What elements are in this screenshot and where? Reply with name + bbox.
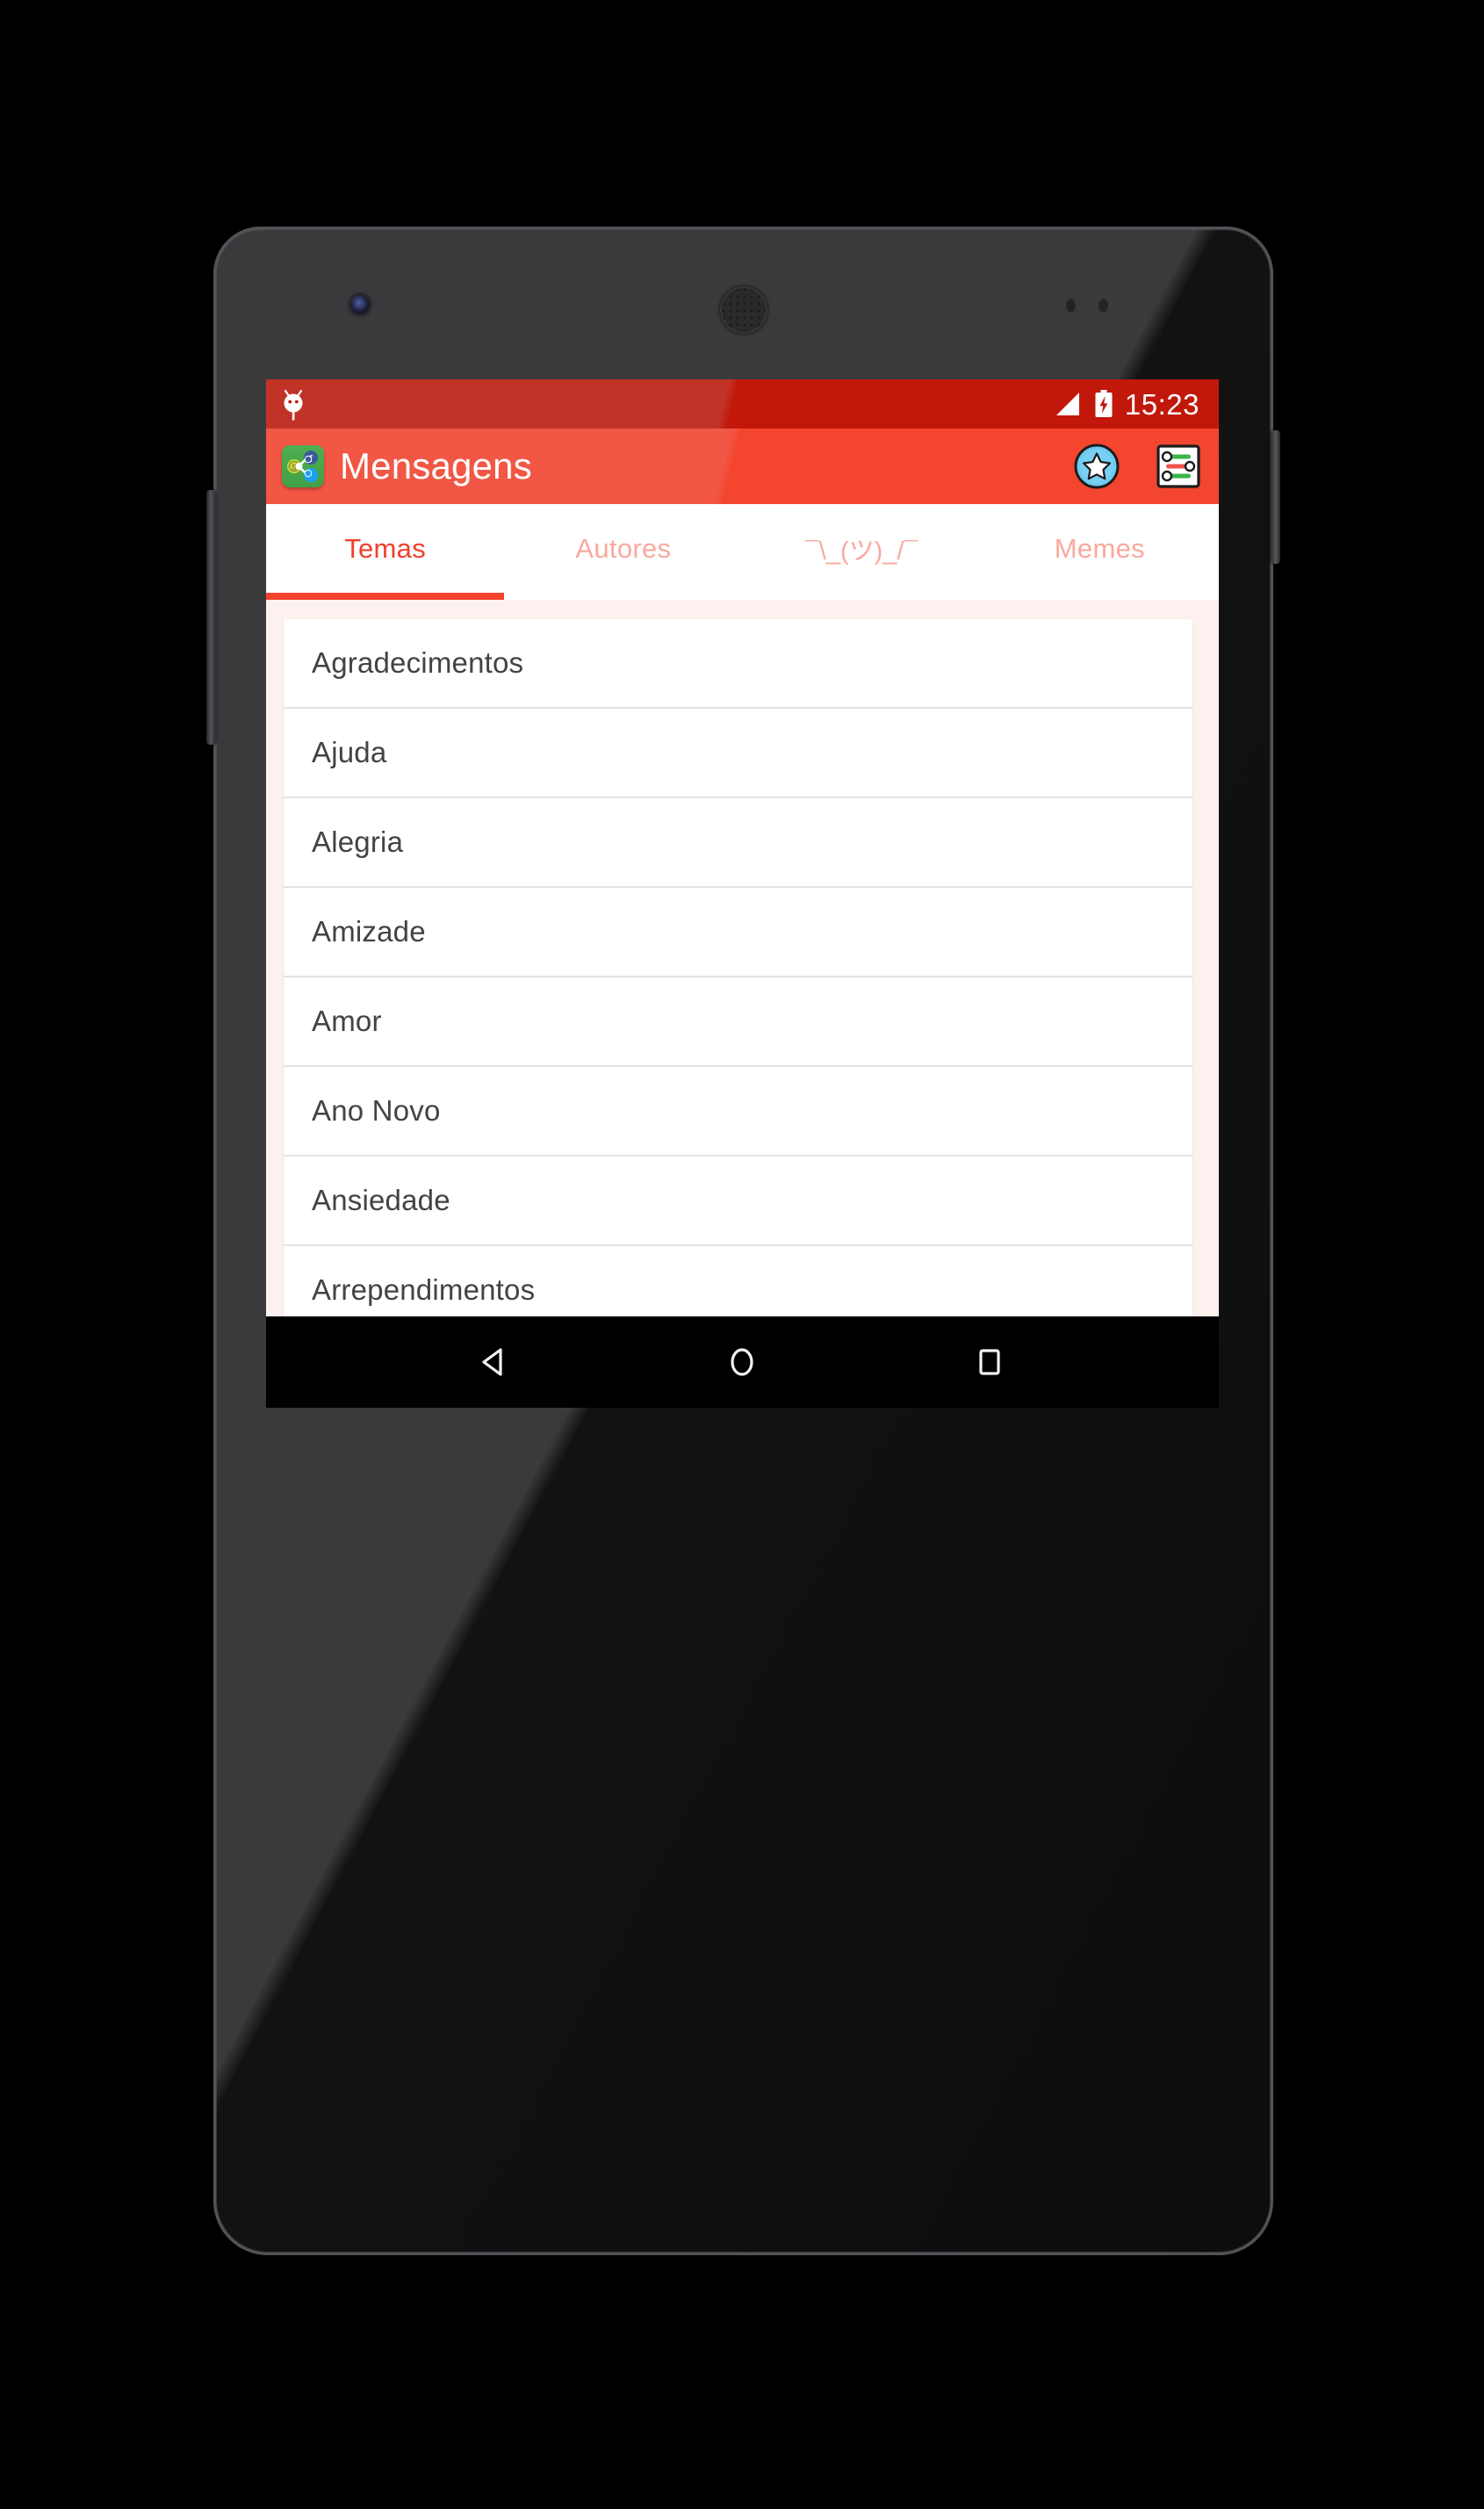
theme-list-area: Agradecimentos Ajuda Alegria Amizade Amo… — [266, 600, 1219, 1316]
android-navigation-bar — [266, 1316, 1219, 1408]
signal-strength-icon — [1055, 391, 1083, 417]
phone-device-frame: 15:23 f S — [206, 227, 1280, 2255]
list-item[interactable]: Ansiedade — [284, 1157, 1192, 1246]
app-bar-title: Mensagens — [340, 445, 532, 487]
tab-temas[interactable]: Temas — [266, 504, 504, 600]
nav-back-button[interactable] — [469, 1336, 522, 1388]
nav-recents-button[interactable] — [963, 1336, 1016, 1388]
share-social-app-icon: f S — [282, 445, 324, 487]
phone-screen: 15:23 f S — [266, 379, 1219, 1316]
light-sensor-icon — [1099, 299, 1108, 313]
list-item[interactable]: Ano Novo — [284, 1067, 1192, 1157]
tab-memes[interactable]: Memes — [981, 504, 1219, 600]
battery-charging-icon — [1094, 390, 1113, 418]
status-bar-left — [278, 386, 308, 422]
tab-bar: Temas Autores ¯\_(ツ)_/¯ Memes — [266, 504, 1219, 600]
power-button[interactable] — [1271, 430, 1280, 564]
list-item[interactable]: Alegria — [284, 798, 1192, 888]
front-camera-icon — [350, 295, 370, 314]
app-bar: f S — [266, 429, 1219, 504]
earpiece-speaker-icon — [719, 286, 767, 334]
app-bar-actions — [1073, 443, 1201, 490]
theme-list-card: Agradecimentos Ajuda Alegria Amizade Amo… — [284, 619, 1192, 1316]
android-debug-icon — [278, 386, 308, 422]
settings-sliders-button[interactable] — [1156, 443, 1201, 489]
list-item[interactable]: Amor — [284, 977, 1192, 1067]
tab-shrug[interactable]: ¯\_(ツ)_/¯ — [743, 504, 981, 600]
nav-home-button[interactable] — [716, 1336, 768, 1388]
favorites-star-button[interactable] — [1073, 443, 1120, 490]
list-item[interactable]: Ajuda — [284, 709, 1192, 798]
list-item[interactable]: Agradecimentos — [284, 619, 1192, 709]
volume-rocker-button[interactable] — [206, 490, 216, 745]
list-item[interactable]: Arrependimentos — [284, 1246, 1192, 1316]
status-bar: 15:23 — [266, 379, 1219, 429]
status-bar-clock: 15:23 — [1124, 387, 1199, 421]
list-item[interactable]: Amizade — [284, 888, 1192, 977]
tab-active-indicator — [266, 593, 505, 600]
proximity-sensor-icon — [1066, 299, 1076, 313]
screenshot-stage: 15:23 f S — [0, 0, 1484, 2509]
tab-autores[interactable]: Autores — [504, 504, 742, 600]
status-bar-right: 15:23 — [1055, 390, 1199, 419]
